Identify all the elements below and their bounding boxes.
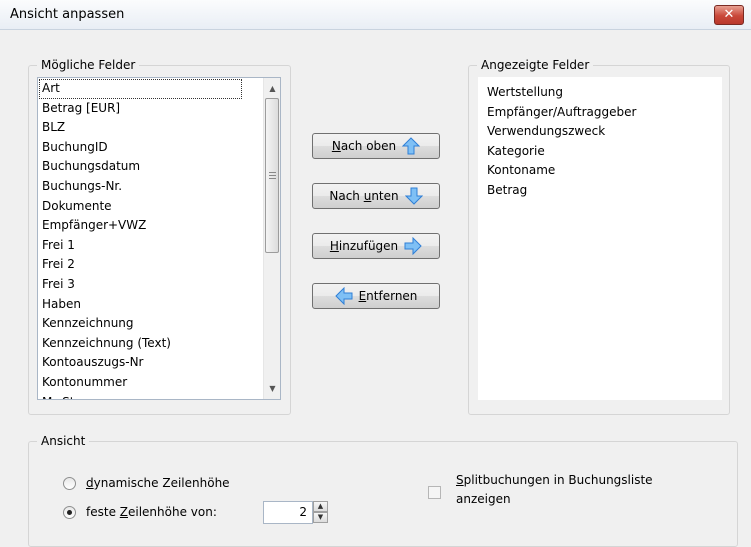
radio-selected-dot — [67, 510, 72, 515]
close-button[interactable]: ✕ — [714, 5, 744, 25]
view-legend: Ansicht — [41, 434, 86, 448]
scroll-up-icon[interactable]: ▲ — [264, 80, 280, 97]
move-up-button[interactable]: Nach oben — [312, 133, 440, 159]
list-item[interactable]: Dokumente — [39, 197, 262, 217]
list-item[interactable]: Betrag [EUR] — [39, 99, 262, 119]
list-item[interactable]: Betrag — [484, 181, 722, 201]
list-item[interactable]: Kontonummer — [39, 373, 262, 393]
close-icon: ✕ — [723, 7, 735, 22]
list-item[interactable]: Kennzeichnung (Text) — [39, 334, 262, 354]
scrollbar-thumb[interactable] — [265, 98, 279, 253]
move-up-label: Nach oben — [331, 139, 397, 153]
split-bookings-checkbox[interactable] — [428, 486, 441, 499]
list-item[interactable]: Buchungs-Nr. — [39, 177, 262, 197]
fixed-height-radio[interactable] — [63, 506, 76, 519]
list-item[interactable]: BLZ — [39, 118, 262, 138]
remove-button[interactable]: Entfernen — [312, 283, 440, 309]
split-bookings-label-line2[interactable]: anzeigen — [456, 492, 511, 506]
window-title: Ansicht anpassen — [10, 7, 125, 22]
list-item[interactable]: MwSt — [39, 393, 262, 400]
fixed-height-label[interactable]: feste Zeilenhöhe von: — [86, 505, 217, 519]
add-label: Hinzufügen — [329, 239, 399, 253]
possible-fields-legend: Mögliche Felder — [41, 58, 136, 72]
title-bar: Ansicht anpassen ✕ — [0, 0, 751, 30]
list-item[interactable]: Kategorie — [484, 142, 722, 162]
list-item[interactable]: Buchungsdatum — [39, 157, 262, 177]
dynamic-height-radio[interactable] — [63, 477, 76, 490]
displayed-fields-legend: Angezeigte Felder — [481, 58, 590, 72]
spin-up-icon[interactable]: ▲ — [313, 501, 328, 512]
list-item[interactable]: BuchungID — [39, 138, 262, 158]
list-item[interactable]: Haben — [39, 295, 262, 315]
list-item[interactable]: Frei 1 — [39, 236, 262, 256]
move-down-button[interactable]: Nach unten — [312, 183, 440, 209]
dialog-body: Mögliche Felder Art Betrag [EUR] BLZ Buchun… — [0, 30, 751, 547]
move-down-label: Nach unten — [329, 189, 399, 203]
list-item[interactable]: Empfänger/Auftraggeber — [484, 103, 722, 123]
list-item[interactable]: Kontoauszugs-Nr — [39, 353, 262, 373]
arrow-right-icon — [404, 237, 422, 255]
view-group: Ansicht — [28, 434, 738, 547]
list-item[interactable]: Kontoname — [484, 161, 722, 181]
split-bookings-label-line1[interactable]: Splitbuchungen in Buchungsliste — [456, 473, 653, 487]
list-item[interactable]: Kennzeichnung — [39, 314, 262, 334]
list-item[interactable]: Verwendungszweck — [484, 122, 722, 142]
arrow-left-icon — [334, 287, 353, 305]
arrow-down-icon — [404, 187, 423, 205]
displayed-fields-list[interactable]: Wertstellung Empfänger/Auftraggeber Verwen… — [478, 77, 722, 400]
possible-fields-list[interactable]: Art Betrag [EUR] BLZ BuchungID Buchungsdatum… — [37, 77, 281, 400]
scroll-down-icon[interactable]: ▼ — [264, 380, 280, 397]
list-item[interactable]: Frei 2 — [39, 255, 262, 275]
remove-label: Entfernen — [358, 289, 418, 303]
dynamic-height-label[interactable]: dynamische Zeilenhöhe — [86, 476, 230, 490]
list-item[interactable]: Empfänger+VWZ — [39, 216, 262, 236]
possible-fields-scrollbar[interactable]: ▲ ▼ — [263, 78, 280, 399]
spin-down-icon[interactable]: ▼ — [313, 512, 328, 523]
arrow-up-icon — [402, 137, 421, 155]
row-height-input[interactable]: 2 — [263, 501, 313, 524]
list-item[interactable]: Art — [39, 79, 242, 99]
list-item[interactable]: Wertstellung — [484, 83, 722, 103]
add-button[interactable]: Hinzufügen — [312, 233, 440, 259]
list-item[interactable]: Frei 3 — [39, 275, 262, 295]
